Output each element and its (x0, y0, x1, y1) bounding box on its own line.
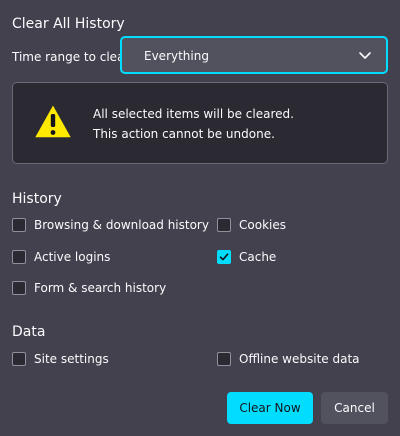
checkbox-form-search-history[interactable]: Form & search history (12, 279, 166, 297)
warning-triangle-icon (33, 103, 73, 139)
checkbox-offline-website-data[interactable]: Offline website data (217, 350, 360, 368)
checkbox-box[interactable] (217, 218, 231, 232)
warning-box: All selected items will be cleared. This… (12, 82, 388, 164)
checkbox-box[interactable] (12, 352, 26, 366)
checkbox-box[interactable] (217, 250, 231, 264)
data-section-title: Data (12, 324, 46, 340)
warning-line-1: All selected items will be cleared. (93, 107, 294, 121)
checkbox-label: Site settings (34, 352, 109, 366)
history-section-title: History (12, 191, 62, 207)
checkbox-site-settings[interactable]: Site settings (12, 350, 109, 368)
checkbox-cookies[interactable]: Cookies (217, 216, 286, 234)
dialog-title: Clear All History (12, 16, 125, 32)
time-range-label: Time range to clear: (12, 50, 134, 64)
time-range-selected-value: Everything (144, 49, 209, 63)
warning-line-2: This action cannot be undone. (93, 127, 275, 141)
checkbox-label: Browsing & download history (34, 218, 209, 232)
checkbox-box[interactable] (217, 352, 231, 366)
checkbox-box[interactable] (12, 281, 26, 295)
checkbox-label: Active logins (34, 250, 111, 264)
checkbox-box[interactable] (12, 250, 26, 264)
checkbox-label: Cookies (239, 218, 286, 232)
checkmark-icon (219, 253, 229, 261)
checkbox-cache[interactable]: Cache (217, 248, 276, 266)
checkbox-browsing-download-history[interactable]: Browsing & download history (12, 216, 209, 234)
clear-now-button[interactable]: Clear Now (227, 392, 313, 424)
time-range-select[interactable]: Everything (120, 36, 388, 74)
cancel-button[interactable]: Cancel (321, 392, 388, 424)
checkbox-active-logins[interactable]: Active logins (12, 248, 110, 266)
checkbox-label: Cache (239, 250, 277, 264)
checkbox-label: Form & search history (34, 281, 167, 295)
checkbox-label: Offline website data (239, 352, 360, 366)
checkbox-box[interactable] (12, 218, 26, 232)
chevron-down-icon (359, 52, 371, 59)
